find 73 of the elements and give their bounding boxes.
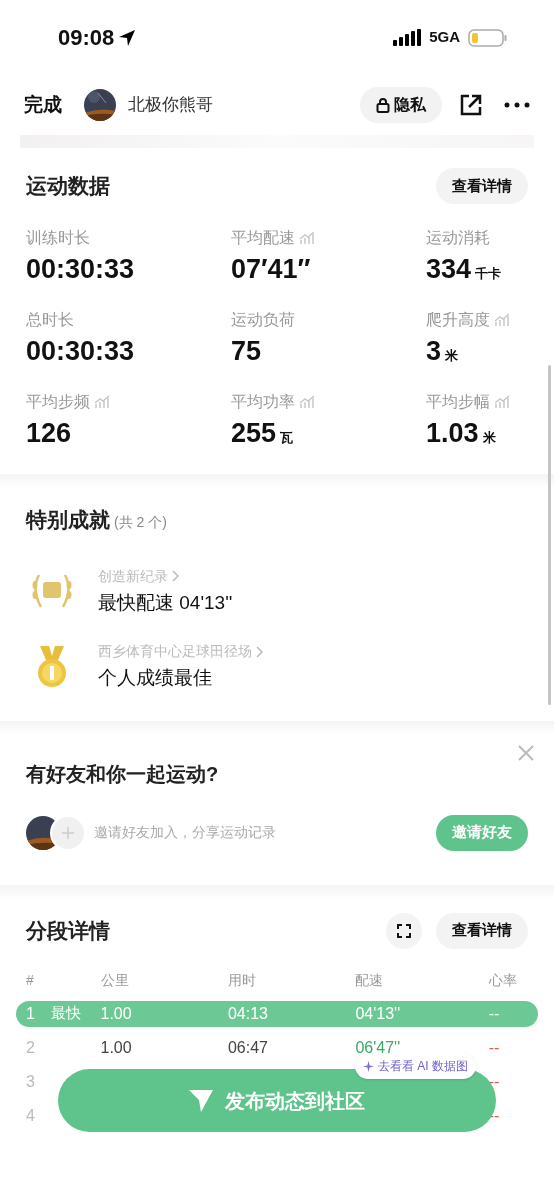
stat-value: 255 [231,417,277,450]
clock-time: 09:08 [58,24,115,52]
table-cell: 06'47'' [355,1038,401,1056]
table-cell: 04:13 [227,1004,268,1022]
done-link[interactable]: 完成 [24,90,62,120]
column-header: 公里 [100,971,129,988]
chart-icon [299,395,315,409]
stat-value: 126 [26,417,72,450]
fullscreen-icon [397,923,411,938]
stat-label: 平均步频 [26,392,90,412]
stat-label: 平均功率 [231,392,295,412]
column-header: 配速 [355,971,384,988]
lock-icon [376,97,390,113]
table-cell: 1.00 [100,1038,132,1056]
network-label: 5GA [429,27,460,48]
stat-label: 平均步幅 [426,392,490,412]
stat-label: 平均配速 [231,228,295,248]
section-title: 特别成就 [26,507,110,533]
chart-icon [299,231,315,245]
stat-unit: 米 [445,347,459,365]
stat-value: 00:30:33 [26,253,135,286]
medal-icon [36,645,68,688]
share-icon[interactable] [460,94,482,116]
section-title: 分段详情 [26,917,110,944]
stat-unit: 千卡 [475,265,502,283]
battery-icon [468,27,508,48]
column-header: 用时 [227,971,256,988]
stat-value: 00:30:33 [26,335,135,368]
invite-hint: 邀请好友加入，分享运动记录 [94,823,276,842]
chart-icon [494,395,510,409]
location-arrow-icon [118,28,137,47]
row-index: 4 [26,1105,35,1126]
column-header: # [26,971,34,988]
section-title: 运动数据 [26,173,110,200]
row-index: 1 [26,1003,35,1024]
details-button[interactable]: 查看详情 [436,168,528,204]
stat-value: 1.03 [426,417,479,450]
achievement-count: (共 2 个) [114,513,167,532]
table-cell: -- [488,1038,500,1056]
stat-value: 3 [426,335,442,368]
stat-label: 运动负荷 [231,310,295,330]
stat-value: 07′41″ [231,253,311,286]
stat-label: 总时长 [26,310,74,330]
stat-value: 334 [426,253,472,286]
achievement-text: 最快配速 04'13'' [98,590,233,615]
chevron-right-icon [172,570,180,582]
stat-label: 运动消耗 [426,228,490,248]
details-button[interactable]: 查看详情 [436,912,528,949]
stat-unit: 瓦 [280,429,294,447]
table-cell: 06:47 [227,1038,268,1056]
chevron-right-icon [256,645,264,658]
achievement-text: 个人成绩最佳 [98,666,213,690]
user-name[interactable]: 北极你熊哥 [128,92,213,118]
fullscreen-button[interactable] [386,912,422,949]
more-icon[interactable] [504,102,530,108]
signal-icon [393,28,422,47]
chart-icon [494,313,510,327]
table-cell: -- [488,1004,500,1022]
column-header: 心率 [488,971,517,988]
fastest-label: 最快 [50,1003,81,1024]
stat-label: 爬升高度 [426,310,490,330]
row-index: 2 [26,1037,35,1058]
stat-label: 训练时长 [26,228,90,248]
section-title: 有好友和你一起运动? [26,762,219,785]
table-cell: 04'13'' [355,1004,401,1022]
privacy-button[interactable]: 隐私 [360,87,442,123]
ai-tip-tooltip[interactable]: 去看看 AI 数据图 [355,1053,476,1079]
stat-unit: 米 [482,429,496,447]
table-cell: 1.00 [100,1004,132,1022]
chart-icon [94,395,110,409]
sparkle-icon [363,1060,374,1072]
row-index: 3 [26,1071,35,1092]
stat-value: 75 [231,335,262,368]
